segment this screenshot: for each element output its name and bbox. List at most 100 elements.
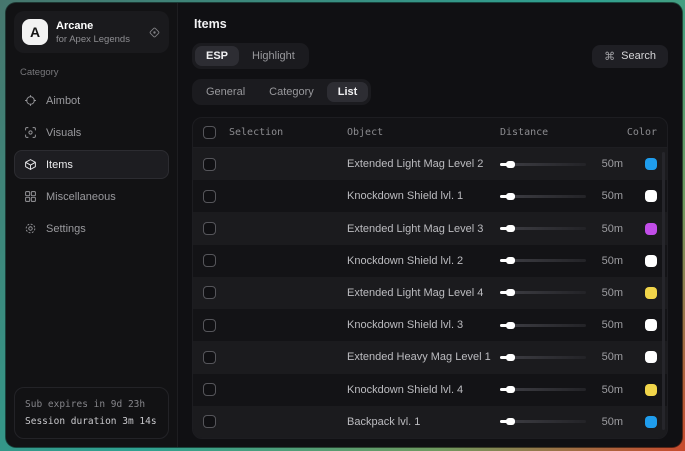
tab-highlight[interactable]: Highlight [241, 46, 306, 66]
select-all-checkbox[interactable] [203, 126, 216, 139]
row-checkbox[interactable] [203, 254, 216, 267]
table-header: Selection Object Distance Color [193, 118, 667, 148]
distance-cell: 50m [500, 255, 623, 267]
sidebar-spacer [14, 246, 169, 387]
distance-slider[interactable] [500, 227, 586, 230]
color-swatch[interactable] [645, 190, 657, 202]
sidebar-item-aimbot[interactable]: Aimbot [14, 86, 169, 115]
slider-thumb[interactable] [506, 193, 515, 200]
mode-tabs: ESP Highlight [192, 43, 309, 69]
sidebar-item-settings[interactable]: Settings [14, 214, 169, 243]
row-checkbox[interactable] [203, 319, 216, 332]
distance-slider[interactable] [500, 324, 586, 327]
object-name: Knockdown Shield lvl. 2 [347, 255, 500, 267]
table-scrollbar[interactable] [662, 152, 665, 430]
desktop-background: A Arcane for Apex Legends Category [0, 0, 685, 451]
table-row: Backpack lvl. 1 50m [193, 406, 667, 438]
object-name: Knockdown Shield lvl. 4 [347, 384, 500, 396]
table-row: Extended Light Mag Level 2 50m [193, 148, 667, 180]
tab-list[interactable]: List [327, 82, 369, 102]
header-selection: Selection [229, 127, 347, 138]
color-swatch[interactable] [645, 223, 657, 235]
color-swatch[interactable] [645, 384, 657, 396]
header-distance: Distance [500, 127, 623, 138]
category-section-label: Category [20, 67, 163, 78]
grid-icon [24, 190, 37, 203]
row-checkbox[interactable] [203, 351, 216, 364]
distance-cell: 50m [500, 319, 623, 331]
mode-bar: ESP Highlight ⌘ Search [192, 43, 668, 69]
view-tabs: General Category List [192, 79, 371, 105]
distance-slider[interactable] [500, 291, 586, 294]
distance-slider[interactable] [500, 195, 586, 198]
color-cell [623, 223, 657, 235]
sidebar-item-label: Miscellaneous [46, 191, 116, 203]
distance-slider[interactable] [500, 163, 586, 166]
pin-icon[interactable] [148, 26, 161, 39]
row-checkbox[interactable] [203, 158, 216, 171]
tab-esp[interactable]: ESP [195, 46, 239, 66]
color-cell [623, 351, 657, 363]
row-checkbox[interactable] [203, 286, 216, 299]
color-swatch[interactable] [645, 255, 657, 267]
object-name: Extended Light Mag Level 2 [347, 158, 500, 170]
object-name: Extended Heavy Mag Level 1 [347, 351, 500, 363]
table-row: Extended Light Mag Level 3 50m [193, 212, 667, 244]
app-logo: A [22, 19, 48, 45]
row-checkbox[interactable] [203, 415, 216, 428]
distance-slider[interactable] [500, 356, 586, 359]
sub-expiry-text: Sub expires in 9d 23h [25, 396, 158, 413]
sidebar-item-miscellaneous[interactable]: Miscellaneous [14, 182, 169, 211]
table-row: Knockdown Shield lvl. 3 50m [193, 309, 667, 341]
distance-cell: 50m [500, 223, 623, 235]
table-row: Knockdown Shield lvl. 2 50m [193, 245, 667, 277]
color-cell [623, 319, 657, 331]
arcane-window: A Arcane for Apex Legends Category [6, 3, 682, 447]
slider-thumb[interactable] [506, 418, 515, 425]
object-name: Extended Light Mag Level 4 [347, 287, 500, 299]
scan-eye-icon [24, 126, 37, 139]
tab-category[interactable]: Category [258, 82, 325, 102]
distance-slider[interactable] [500, 420, 586, 423]
color-swatch[interactable] [645, 158, 657, 170]
color-swatch[interactable] [645, 416, 657, 428]
color-cell [623, 255, 657, 267]
distance-slider[interactable] [500, 259, 586, 262]
row-checkbox[interactable] [203, 190, 216, 203]
sidebar-item-items[interactable]: Items [14, 150, 169, 179]
distance-cell: 50m [500, 287, 623, 299]
table-row: Knockdown Shield lvl. 4 50m [193, 374, 667, 406]
slider-thumb[interactable] [506, 386, 515, 393]
distance-cell: 50m [500, 351, 623, 363]
distance-value: 50m [602, 158, 623, 170]
row-checkbox[interactable] [203, 222, 216, 235]
object-name: Knockdown Shield lvl. 3 [347, 319, 500, 331]
main-panel: Items ESP Highlight ⌘ Search General Cat… [178, 3, 682, 447]
object-name: Extended Light Mag Level 3 [347, 223, 500, 235]
distance-value: 50m [602, 384, 623, 396]
slider-thumb[interactable] [506, 161, 515, 168]
slider-thumb[interactable] [506, 289, 515, 296]
tab-general[interactable]: General [195, 82, 256, 102]
color-cell [623, 158, 657, 170]
slider-thumb[interactable] [506, 354, 515, 361]
slider-thumb[interactable] [506, 322, 515, 329]
distance-slider[interactable] [500, 388, 586, 391]
color-swatch[interactable] [645, 319, 657, 331]
sidebar-item-visuals[interactable]: Visuals [14, 118, 169, 147]
distance-value: 50m [602, 190, 623, 202]
app-title: Arcane [56, 20, 130, 32]
sidebar-item-label: Items [46, 159, 73, 171]
slider-thumb[interactable] [506, 257, 515, 264]
search-button[interactable]: ⌘ Search [592, 45, 668, 68]
color-cell [623, 190, 657, 202]
distance-value: 50m [602, 416, 623, 428]
row-checkbox[interactable] [203, 383, 216, 396]
color-swatch[interactable] [645, 287, 657, 299]
distance-value: 50m [602, 351, 623, 363]
slider-thumb[interactable] [506, 225, 515, 232]
distance-cell: 50m [500, 158, 623, 170]
color-swatch[interactable] [645, 351, 657, 363]
distance-cell: 50m [500, 416, 623, 428]
table-row: Knockdown Shield lvl. 1 50m [193, 180, 667, 212]
